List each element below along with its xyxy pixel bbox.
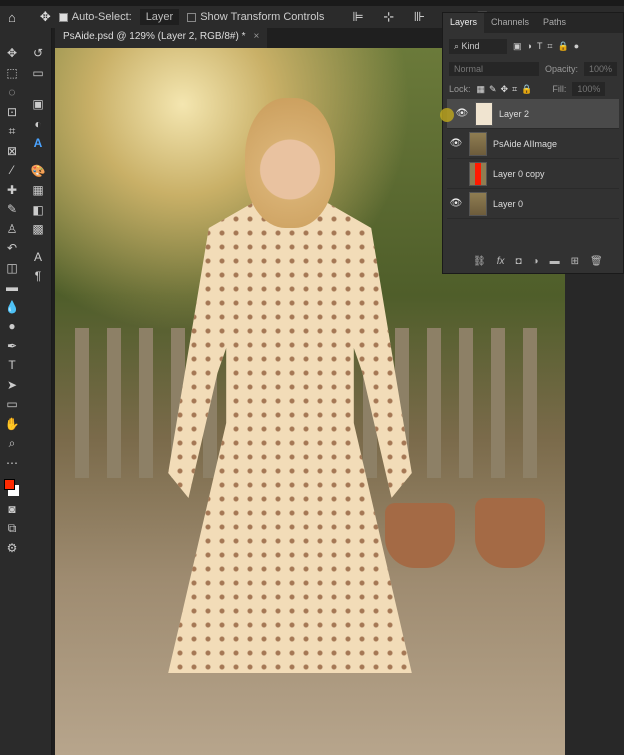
trash-icon[interactable]: 🗑 xyxy=(590,256,603,267)
image-panel-icon[interactable]: ▣ xyxy=(30,97,46,112)
plugin-icon[interactable]: ⚙ xyxy=(4,541,20,556)
pen-tool-icon[interactable]: ✒ xyxy=(4,339,20,354)
rectangle-tool-icon[interactable]: ▭ xyxy=(4,397,20,412)
move-tool-icon[interactable]: ✥ xyxy=(40,9,51,25)
history-brush-icon[interactable]: ↶ xyxy=(4,241,20,256)
lock-icons[interactable]: ▦✎✥⌗🔒 xyxy=(477,84,537,95)
tab-layers[interactable]: Layers xyxy=(443,13,485,33)
swatches-icon[interactable]: ▦ xyxy=(30,183,46,198)
folder-icon[interactable]: ▬ xyxy=(550,256,560,267)
fill-label: Fill: xyxy=(552,84,567,94)
auto-select-dropdown[interactable]: Layer xyxy=(139,9,180,25)
blur-tool-icon[interactable]: 💧 xyxy=(4,300,20,315)
paragraph-icon[interactable]: ¶ xyxy=(30,269,46,284)
eye-icon[interactable]: 👁 xyxy=(447,138,465,149)
filter-icons[interactable]: ▣◑T⌗🔒● xyxy=(513,41,584,52)
crop-tool-icon[interactable]: ⌗ xyxy=(4,124,20,139)
filter-kind-dropdown[interactable]: ⌕ Kind xyxy=(449,38,507,54)
show-transform-label: Show Transform Controls xyxy=(200,11,325,23)
auto-select-label: Auto-Select: xyxy=(71,11,132,23)
eyedropper-tool-icon[interactable]: ⁄ xyxy=(4,163,20,178)
screen-mode-icon[interactable]: ⧉ xyxy=(4,521,20,536)
toolbar: ✥ ⬚ ◌ ⊡ ⌗ ⊠ ⁄ ✚ ✎ ♙ ↶ ◫ ▬ 💧 ● ✒ T ➤ ▭ ✋ … xyxy=(0,28,52,755)
color-swatches[interactable] xyxy=(4,475,20,497)
close-icon[interactable]: × xyxy=(253,31,259,42)
brush-tool-icon[interactable]: ✎ xyxy=(4,202,20,217)
comments-icon[interactable]: ▭ xyxy=(30,66,46,81)
frame-tool-icon[interactable]: ⊠ xyxy=(4,144,20,159)
gradients-icon[interactable]: ◧ xyxy=(30,203,46,218)
fill-field[interactable]: 100% xyxy=(572,82,606,96)
object-select-tool-icon[interactable]: ⊡ xyxy=(4,105,20,120)
patterns-icon[interactable]: ▩ xyxy=(30,222,46,237)
type-tool-icon[interactable]: T xyxy=(4,358,20,373)
layer-name: Layer 0 copy xyxy=(493,168,545,179)
layer-name: Layer 0 xyxy=(493,198,524,209)
layers-footer: ⛓ fx ◘ ◑ ▬ ⊞ 🗑 xyxy=(473,256,603,267)
auto-select-checkbox[interactable]: Auto-Select: xyxy=(58,11,132,23)
new-layer-icon[interactable]: ⊞ xyxy=(571,256,579,267)
adjustment-layer-icon[interactable]: ◑ xyxy=(533,256,539,267)
opacity-field[interactable]: 100% xyxy=(583,62,617,76)
adjustments-icon[interactable]: ◐ xyxy=(30,117,46,132)
move-tool-icon[interactable]: ✥ xyxy=(4,46,20,61)
mouse-cursor-highlight xyxy=(440,108,454,122)
zoom-tool-icon[interactable]: ⌕ xyxy=(4,436,20,451)
foreground-color-swatch[interactable] xyxy=(4,479,15,490)
model-head xyxy=(245,98,335,228)
history-panel-icon[interactable]: ↺ xyxy=(30,46,46,61)
mask-icon[interactable]: ◘ xyxy=(515,256,521,267)
hand-tool-icon[interactable]: ✋ xyxy=(4,417,20,432)
eye-icon[interactable]: 👁 xyxy=(453,108,471,119)
flower-pot xyxy=(475,498,545,568)
link-icon[interactable]: ⛓ xyxy=(473,256,486,267)
lasso-tool-icon[interactable]: ◌ xyxy=(4,85,20,100)
layers-panel: Layers Channels Paths ⌕ Kind ▣◑T⌗🔒● Norm… xyxy=(442,12,624,274)
stamp-tool-icon[interactable]: ♙ xyxy=(4,222,20,237)
layer-row[interactable]: 👁 PsAide AIImage xyxy=(447,129,619,159)
tab-paths[interactable]: Paths xyxy=(536,13,573,33)
eye-icon[interactable]: 👁 xyxy=(447,198,465,209)
path-select-icon[interactable]: ➤ xyxy=(4,378,20,393)
opacity-label: Opacity: xyxy=(544,64,578,74)
layer-thumbnail xyxy=(469,161,487,186)
psaide-plugin-icon[interactable]: A xyxy=(30,136,46,151)
layer-thumbnail xyxy=(469,131,487,156)
document-tab-title: PsAide.psd @ 129% (Layer 2, RGB/8#) * xyxy=(63,31,246,42)
layer-row[interactable]: 👁 Layer 0 xyxy=(447,189,619,219)
color-panel-icon[interactable]: 🎨 xyxy=(30,164,46,179)
more-tools-icon[interactable]: ⋯ xyxy=(4,456,20,471)
layer-thumbnail xyxy=(469,191,487,216)
gradient-tool-icon[interactable]: ▬ xyxy=(4,280,20,295)
fx-icon[interactable]: fx xyxy=(497,256,505,267)
layer-row[interactable]: 👁 Layer 2 xyxy=(447,99,619,129)
character-icon[interactable]: A xyxy=(30,250,46,265)
floral-dress xyxy=(168,198,412,673)
filter-kind-value: Kind xyxy=(461,40,480,51)
blend-mode-dropdown[interactable]: Normal xyxy=(449,62,539,76)
show-transform-checkbox[interactable]: Show Transform Controls xyxy=(187,11,324,23)
layer-row[interactable]: Layer 0 copy xyxy=(447,159,619,189)
layer-name: Layer 2 xyxy=(499,108,530,119)
tab-channels[interactable]: Channels xyxy=(484,13,536,33)
healing-brush-icon[interactable]: ✚ xyxy=(4,183,20,198)
marquee-tool-icon[interactable]: ⬚ xyxy=(4,66,20,81)
layer-name: PsAide AIImage xyxy=(493,138,558,149)
dodge-tool-icon[interactable]: ● xyxy=(4,319,20,334)
layer-thumbnail xyxy=(475,101,493,126)
eraser-tool-icon[interactable]: ◫ xyxy=(4,261,20,276)
home-icon[interactable]: ⌂ xyxy=(8,10,16,25)
quick-mask-icon[interactable]: ◙ xyxy=(4,502,20,517)
flower-pot xyxy=(385,503,455,568)
lock-label: Lock: xyxy=(449,84,471,94)
document-tab[interactable]: PsAide.psd @ 129% (Layer 2, RGB/8#) * × xyxy=(55,28,268,48)
